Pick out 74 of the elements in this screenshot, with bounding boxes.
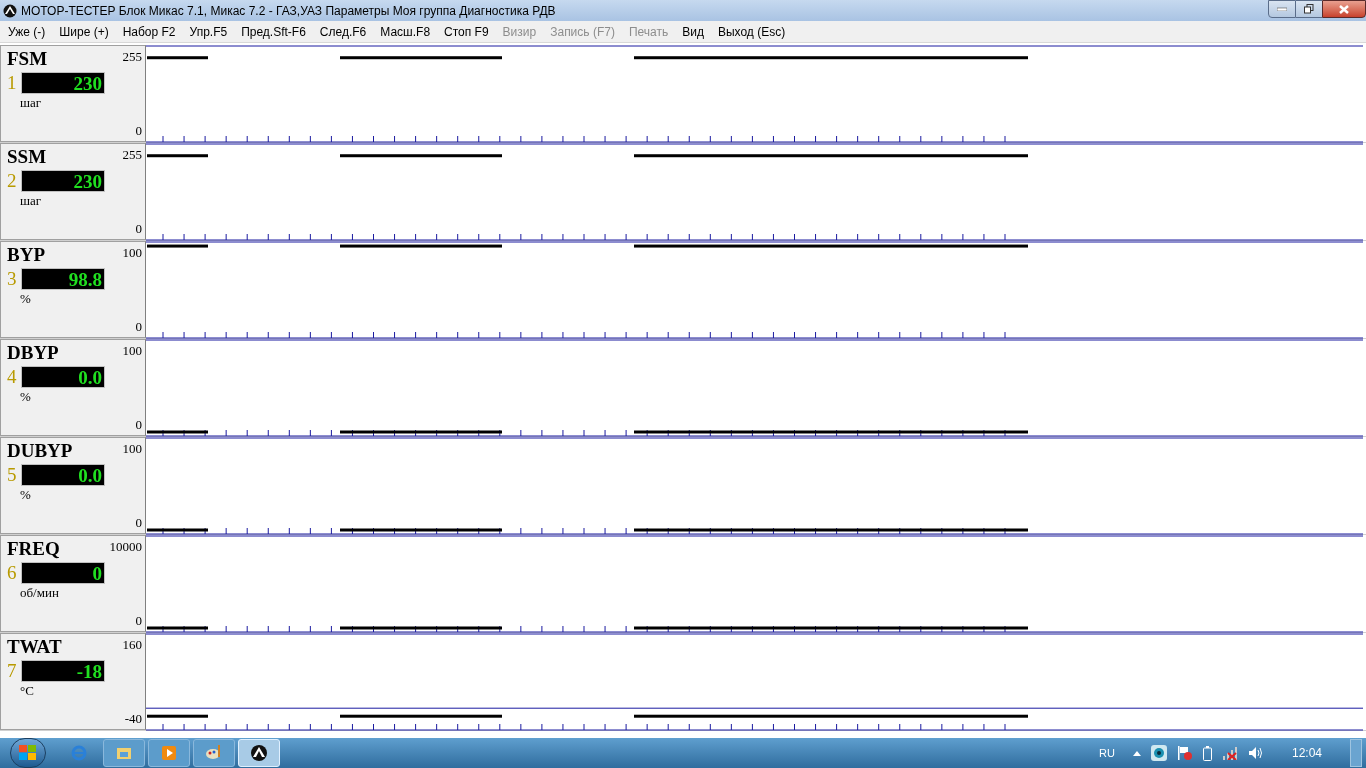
channel-number: 5 — [7, 465, 17, 484]
channel-max: 255 — [122, 148, 142, 161]
channel-max: 100 — [122, 246, 142, 259]
channel-name: TWAT — [7, 637, 62, 656]
start-button[interactable] — [10, 738, 46, 768]
menu-item[interactable]: Шире (+) — [52, 22, 116, 41]
value-display: 0.0 — [21, 366, 105, 388]
value-display: 230 — [21, 72, 105, 94]
palette-icon — [205, 744, 223, 762]
value-display: 98.8 — [21, 268, 105, 290]
channel-number: 3 — [7, 269, 17, 288]
channel-name: FREQ — [7, 539, 60, 558]
unit-label: шаг — [20, 96, 42, 109]
ie-icon — [70, 744, 88, 762]
menu-item[interactable]: Уже (-) — [1, 22, 53, 41]
unit-label: шаг — [20, 194, 42, 207]
channel-number: 4 — [7, 367, 17, 386]
channel-number: 7 — [7, 661, 17, 680]
channel-name: BYP — [7, 245, 45, 264]
signal-error-icon[interactable] — [1221, 746, 1238, 760]
channel-number: 2 — [7, 171, 17, 190]
menu-item[interactable]: Масш.F8 — [373, 22, 438, 41]
minimize-button[interactable] — [1268, 0, 1296, 18]
channel-min: 0 — [135, 320, 142, 333]
unit-label: °C — [20, 684, 34, 697]
value-display: 0.0 — [21, 464, 105, 486]
channel-max: 100 — [122, 442, 142, 455]
window-title: МОТОР-ТЕСТЕР Блок Микас 7.1, Микас 7.2 - ГАЗ,УАЗ Параметры Моя группа Диагностика РДВ — [21, 2, 556, 20]
unit-label: % — [20, 292, 31, 305]
channel-min: 0 — [135, 516, 142, 529]
menu-item[interactable]: Стоп F9 — [437, 22, 496, 41]
channel-name: FSM — [7, 49, 48, 68]
menu-item[interactable]: Пред.Sft-F6 — [234, 22, 313, 41]
unit-label: об/мин — [20, 586, 59, 599]
close-button[interactable] — [1322, 0, 1366, 18]
channel-max: 10000 — [109, 540, 142, 553]
channel-max: 255 — [122, 50, 142, 63]
restore-button[interactable] — [1296, 0, 1322, 18]
channel-max: 160 — [122, 638, 142, 651]
menu-item[interactable]: Набор F2 — [115, 22, 183, 41]
value-display: 0 — [21, 562, 105, 584]
channel-name: DUBYP — [7, 441, 73, 460]
language-indicator[interactable]: RU — [1099, 745, 1115, 762]
windows-logo-icon — [19, 745, 37, 761]
speaker-icon[interactable] — [1247, 746, 1264, 760]
menu-item[interactable]: След.F6 — [312, 22, 374, 41]
app-logo-icon — [250, 744, 268, 762]
channel-min: 0 — [135, 614, 142, 627]
value-display: 230 — [21, 170, 105, 192]
menu-item[interactable]: Упр.F5 — [182, 22, 235, 41]
channel-number: 6 — [7, 563, 17, 582]
clock[interactable]: 12:04 — [1291, 744, 1322, 762]
close-icon — [1339, 4, 1349, 14]
channel-number: 1 — [7, 73, 17, 92]
channel-min: -40 — [124, 712, 142, 725]
channel-min: 0 — [135, 222, 142, 235]
play-icon — [160, 744, 178, 762]
value-display: -18 — [21, 660, 105, 682]
channel-max: 100 — [122, 344, 142, 357]
channel-name: DBYP — [7, 343, 59, 362]
menu-item[interactable]: Вид — [675, 22, 711, 41]
flag-error-icon[interactable] — [1176, 745, 1193, 761]
restore-icon — [1304, 4, 1314, 14]
unit-label: % — [20, 488, 31, 501]
battery-icon[interactable] — [1202, 745, 1212, 761]
show-hidden-icons-icon[interactable] — [1132, 750, 1141, 756]
eye-icon[interactable] — [1150, 745, 1167, 761]
channel-min: 0 — [135, 418, 142, 431]
channel-name: SSM — [7, 147, 47, 166]
channel-min: 0 — [135, 124, 142, 137]
menu-item[interactable]: Выход (Esc) — [710, 22, 793, 41]
unit-label: % — [20, 390, 31, 403]
app-logo-icon — [3, 3, 17, 18]
minimize-icon — [1277, 7, 1287, 11]
